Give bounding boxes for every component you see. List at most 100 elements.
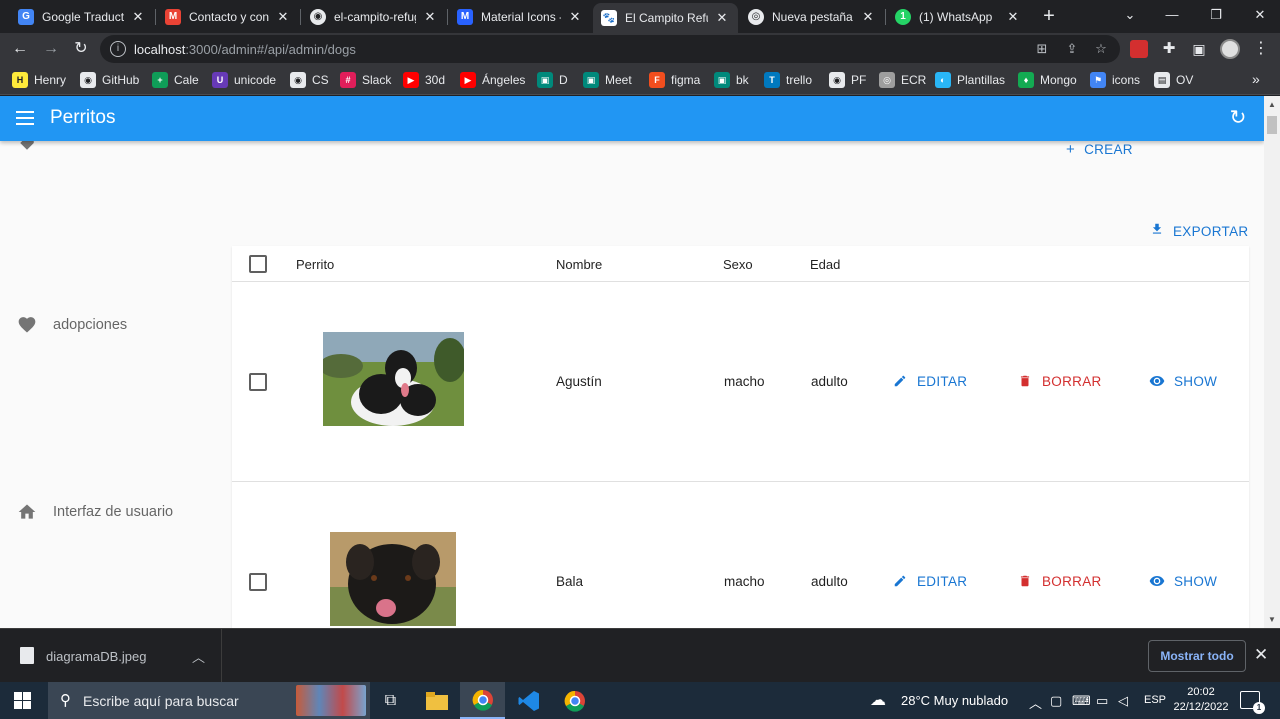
close-icon[interactable]: ✕ (860, 9, 876, 25)
url-text[interactable]: localhost:3000/admin#/api/admin/dogs (134, 42, 356, 57)
close-icon[interactable]: ✕ (422, 9, 438, 25)
delete-button[interactable]: BORRAR (1017, 573, 1102, 589)
window-close-icon[interactable]: ✕ (1238, 0, 1280, 30)
ime-icon[interactable]: ⌨ (1072, 693, 1091, 709)
bookmark-item[interactable]: ▤ OV (1154, 71, 1193, 89)
column-header-nombre[interactable]: Nombre (556, 257, 602, 272)
side-panel-icon[interactable]: ▣ (1188, 38, 1210, 60)
bookmark-item[interactable]: ▶ 30d (403, 71, 445, 89)
row-checkbox[interactable] (249, 373, 267, 391)
extensions-puzzle-icon[interactable]: ✚ (1158, 38, 1180, 60)
restore-icon[interactable]: ❐ (1194, 0, 1238, 30)
windows-start-icon[interactable] (14, 692, 31, 709)
scrollbar-thumb[interactable] (1267, 116, 1277, 134)
chevron-up-icon[interactable]: ︿ (192, 647, 205, 666)
tab-el-campito-active[interactable]: 🐾 El Campito Refug ✕ (593, 3, 738, 33)
close-icon[interactable]: ✕ (567, 9, 583, 25)
close-icon[interactable]: ✕ (130, 9, 146, 25)
tab-material-icons[interactable]: M Material Icons - M ✕ (449, 3, 591, 30)
reload-icon[interactable]: ↻ (70, 38, 92, 60)
sidebar-item-adopciones[interactable]: adopciones (16, 314, 127, 336)
forward-arrow-icon[interactable]: → (40, 38, 62, 60)
cloudy-weather-icon[interactable]: ☁ (870, 690, 886, 710)
tab-contacto[interactable]: M Contacto y consu ✕ (157, 3, 299, 30)
delete-button[interactable]: BORRAR (1017, 373, 1102, 389)
bookmark-item[interactable]: Ttrello (764, 71, 812, 89)
show-label: SHOW (1174, 373, 1218, 389)
hamburger-menu-icon[interactable] (14, 107, 36, 129)
tab-nueva-pestana[interactable]: ◎ Nueva pestaña ✕ (740, 3, 884, 30)
language-indicator[interactable]: ESP (1144, 694, 1166, 706)
bookmarks-overflow-icon[interactable]: » (1252, 71, 1260, 87)
tab-search-chevron-icon[interactable]: ⌄ (1108, 0, 1152, 30)
bookmark-item[interactable]: ♦ Mongo (1018, 71, 1077, 89)
chevron-up-icon[interactable]: ︿ (1029, 693, 1042, 712)
close-icon[interactable]: ✕ (714, 10, 730, 26)
minimize-icon[interactable]: — (1150, 0, 1194, 30)
select-all-checkbox[interactable] (249, 255, 267, 273)
new-tab-plus-icon[interactable]: + (1037, 5, 1061, 29)
system-clock[interactable]: 20:02 22/12/2022 (1170, 685, 1232, 715)
page-scrollbar[interactable]: ▲ ▼ (1264, 96, 1280, 628)
show-button[interactable]: SHOW (1149, 373, 1217, 389)
kebab-menu-icon[interactable]: ⋮ (1250, 38, 1272, 60)
edit-button[interactable]: EDITAR (892, 373, 967, 389)
sidebar-item-interfaz[interactable]: Interfaz de usuario (16, 501, 173, 523)
edit-button[interactable]: EDITAR (892, 573, 967, 589)
bookmark-item[interactable]: ◉ GitHub (80, 71, 139, 89)
download-item[interactable]: diagramaDB.jpeg ︿ (0, 629, 222, 683)
bookmark-item[interactable]: ◎ ECR (879, 71, 926, 89)
close-icon[interactable]: ✕ (275, 9, 291, 25)
scroll-up-arrow-icon[interactable]: ▲ (1268, 100, 1276, 109)
bookmark-item[interactable]: ▣ Meet (583, 71, 632, 89)
bookmark-item[interactable]: Uunicode (212, 71, 276, 89)
extension-icon[interactable] (1130, 40, 1148, 58)
chrome-profile-taskbar-icon[interactable] (552, 682, 597, 719)
task-view-icon[interactable]: ⧉ (368, 682, 413, 719)
network-icon[interactable]: ▭ (1096, 693, 1108, 709)
share-icon[interactable]: ⇪ (1064, 41, 1080, 57)
tab-whatsapp[interactable]: 1 (1) WhatsApp ✕ (887, 3, 1029, 30)
refresh-icon[interactable]: ↻ (1226, 106, 1250, 130)
tab-google-traductor[interactable]: G Google Traductor ✕ (10, 3, 154, 30)
volume-icon[interactable]: ◁ (1118, 693, 1128, 709)
chrome-taskbar-icon[interactable] (460, 682, 505, 719)
bookmark-item[interactable]: ▣ bk (714, 71, 749, 89)
file-explorer-icon[interactable] (414, 682, 459, 719)
bookmark-item[interactable]: ◐ Plantillas (935, 71, 1005, 89)
table-row[interactable]: Bala macho adulto EDITAR BORRAR SHOW (232, 482, 1249, 628)
bookmark-item[interactable]: ◉ CS (290, 71, 329, 89)
taskbar-search-box[interactable]: ⚲ Escribe aquí para buscar (48, 682, 370, 719)
profile-avatar[interactable] (1220, 39, 1240, 59)
bookmark-item[interactable]: ◉ PF (829, 71, 866, 89)
show-button[interactable]: SHOW (1149, 573, 1217, 589)
column-header-sexo[interactable]: Sexo (723, 257, 753, 272)
translate-icon[interactable]: ⊞ (1034, 41, 1050, 57)
table-row[interactable]: Agustín macho adulto EDITAR BORRAR SHOW (232, 282, 1249, 482)
bookmark-item[interactable]: + Cale (152, 71, 199, 89)
bookmark-star-icon[interactable]: ☆ (1093, 41, 1109, 57)
notifications-icon[interactable]: 1 (1240, 691, 1265, 714)
bookmark-item[interactable]: # Slack (340, 71, 391, 89)
close-icon[interactable]: ✕ (1254, 645, 1268, 665)
scroll-down-arrow-icon[interactable]: ▼ (1268, 615, 1276, 624)
vscode-icon[interactable] (506, 682, 551, 719)
export-button[interactable]: EXPORTAR (1150, 222, 1248, 240)
row-checkbox[interactable] (249, 573, 267, 591)
bookmark-item[interactable]: ▣ D (537, 71, 568, 89)
bookmark-item[interactable]: ▶ Ángeles (460, 71, 525, 89)
tab-el-campito-github[interactable]: ◉ el-campito-refug ✕ (302, 3, 446, 30)
back-arrow-icon[interactable]: ← (9, 38, 31, 60)
address-bar[interactable]: i localhost:3000/admin#/api/admin/dogs ⊞… (100, 35, 1120, 63)
column-header-perrito[interactable]: Perrito (296, 257, 334, 272)
weather-text[interactable]: 28°C Muy nublado (901, 693, 1008, 708)
close-icon[interactable]: ✕ (1005, 9, 1021, 25)
column-header-edad[interactable]: Edad (810, 257, 840, 272)
bookmark-item[interactable]: Ffigma (649, 71, 700, 89)
bookmark-item[interactable]: ⚑ icons (1090, 71, 1140, 89)
bookmark-item[interactable]: H Henry (12, 71, 66, 89)
show-all-downloads-button[interactable]: Mostrar todo (1148, 640, 1246, 672)
site-info-icon[interactable]: i (110, 41, 126, 57)
meet-now-icon[interactable]: ▢ (1050, 693, 1062, 709)
create-button[interactable]: + CREAR (1066, 141, 1133, 158)
